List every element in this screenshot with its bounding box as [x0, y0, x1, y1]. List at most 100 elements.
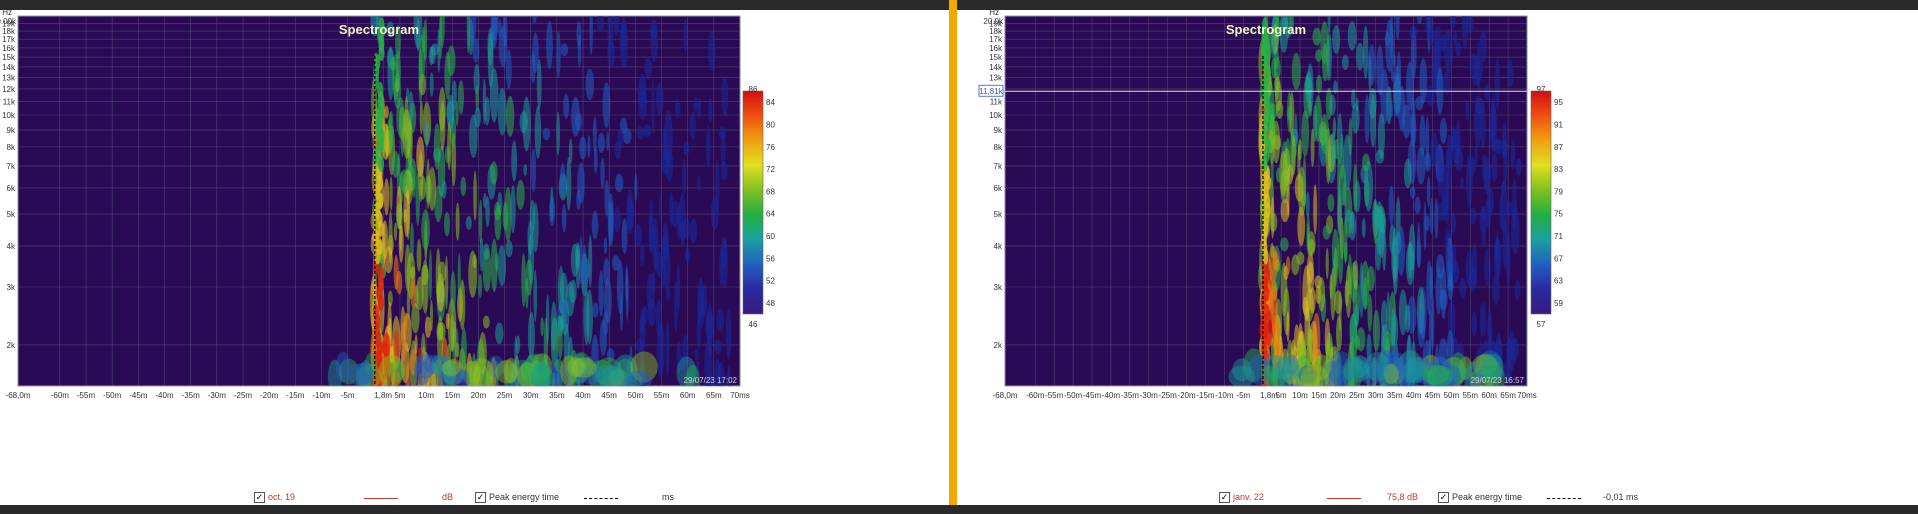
energy-blob	[1285, 256, 1291, 275]
panel-divider	[949, 0, 957, 514]
x-tick-label: 35m	[1387, 391, 1403, 400]
y-tick-label: 13k	[2, 74, 16, 83]
color-scale-label: 71	[1554, 232, 1563, 241]
energy-blob	[428, 166, 437, 211]
legend-checkbox-measurement[interactable]: ✓	[1219, 492, 1230, 503]
energy-blob	[592, 302, 599, 318]
x-tick-label: -5m	[1236, 391, 1250, 400]
energy-blob	[583, 289, 590, 345]
energy-blob	[482, 247, 492, 293]
x-tick-label: -15m	[1196, 391, 1215, 400]
x-tick-label: -68,0m	[6, 391, 31, 400]
x-tick-label: 55m	[654, 391, 670, 400]
energy-blob	[1490, 93, 1496, 149]
energy-blob	[444, 255, 449, 310]
energy-blob	[725, 308, 732, 360]
energy-blob	[613, 206, 621, 233]
energy-blob	[1481, 227, 1487, 248]
x-tick-label: 20m	[1330, 391, 1346, 400]
energy-blob	[710, 197, 719, 230]
legend-checkbox-measurement[interactable]: ✓	[254, 492, 265, 503]
energy-blob	[429, 72, 434, 97]
energy-blob	[1355, 97, 1359, 112]
energy-lowfreq	[538, 367, 555, 386]
energy-blob	[1459, 277, 1467, 299]
energy-blob	[402, 108, 412, 159]
energy-blob	[465, 216, 472, 230]
color-scale-label: 48	[766, 299, 775, 308]
energy-blob	[591, 210, 599, 240]
energy-blob	[438, 87, 446, 132]
energy-blob	[1419, 57, 1428, 104]
y-tick-label: 16k	[2, 44, 16, 53]
legend-red-line	[1327, 498, 1361, 499]
energy-blob	[1364, 160, 1374, 212]
energy-lowfreq	[378, 354, 405, 386]
legend-checkbox-peak[interactable]: ✓	[475, 492, 486, 503]
energy-blob	[1287, 106, 1292, 121]
x-tick-label: -35m	[182, 391, 201, 400]
energy-blob	[1352, 260, 1359, 290]
energy-blob	[490, 238, 498, 293]
energy-lowfreq	[560, 355, 578, 386]
energy-blob	[393, 222, 398, 241]
energy-blob	[651, 78, 655, 134]
spectrogram-panel-left: SpectrogramHz20.00k19k18k17k16k15k14k13k…	[0, 10, 949, 505]
x-tick-label: 5m	[1276, 391, 1287, 400]
color-scale-label: 86	[749, 85, 758, 94]
legend-checkbox-peak[interactable]: ✓	[1438, 492, 1449, 503]
energy-blob	[1434, 198, 1439, 240]
energy-blob	[665, 286, 671, 301]
energy-blob	[716, 308, 725, 333]
energy-blob	[1380, 299, 1388, 334]
energy-blob	[527, 311, 535, 361]
energy-blob	[1475, 97, 1485, 116]
energy-blob	[421, 209, 430, 251]
energy-blob	[445, 313, 450, 330]
energy-blob	[556, 30, 561, 79]
energy-blob	[607, 40, 616, 69]
energy-blob	[495, 322, 504, 345]
energy-blob	[478, 273, 483, 299]
energy-blob	[705, 309, 714, 341]
energy-blob	[1345, 209, 1352, 223]
y-tick-label: 14k	[989, 63, 1003, 72]
chart-title: Spectrogram	[339, 22, 419, 37]
energy-blob	[1364, 94, 1370, 144]
energy-blob	[447, 120, 452, 171]
energy-blob	[1506, 338, 1513, 363]
energy-blob	[482, 315, 490, 329]
energy-blob	[607, 192, 614, 247]
energy-blob	[511, 140, 518, 182]
energy-blob	[1356, 42, 1364, 71]
energy-blob	[1321, 43, 1329, 82]
color-scale-label: 83	[1554, 165, 1563, 174]
energy-blob	[689, 218, 698, 244]
energy-blob	[1353, 163, 1358, 213]
energy-blob	[1280, 169, 1290, 204]
energy-blob	[696, 310, 701, 350]
energy-blob	[1351, 89, 1356, 109]
energy-blob	[648, 198, 654, 252]
y-tick-label: 15k	[989, 53, 1003, 62]
energy-blob	[1320, 113, 1330, 154]
energy-blob	[603, 258, 610, 287]
energy-blob	[540, 317, 544, 337]
energy-blob	[577, 34, 582, 68]
energy-blob	[579, 136, 587, 160]
legend-measurement-value: dB	[442, 492, 454, 502]
energy-blob	[546, 20, 553, 70]
energy-blob	[1479, 30, 1487, 63]
energy-blob	[662, 222, 669, 252]
energy-blob	[1297, 138, 1302, 161]
energy-blob	[1501, 181, 1506, 198]
energy-onset	[372, 146, 379, 163]
color-scale-label: 56	[766, 254, 775, 263]
x-tick-label: 50m	[1444, 391, 1460, 400]
energy-blob	[1343, 216, 1348, 265]
energy-blob	[587, 135, 591, 158]
energy-blob	[1305, 191, 1310, 217]
y-tick-label: 3k	[994, 283, 1003, 292]
y-tick-label: 11k	[3, 97, 16, 106]
legend-measurement-name: oct. 19	[268, 492, 296, 502]
